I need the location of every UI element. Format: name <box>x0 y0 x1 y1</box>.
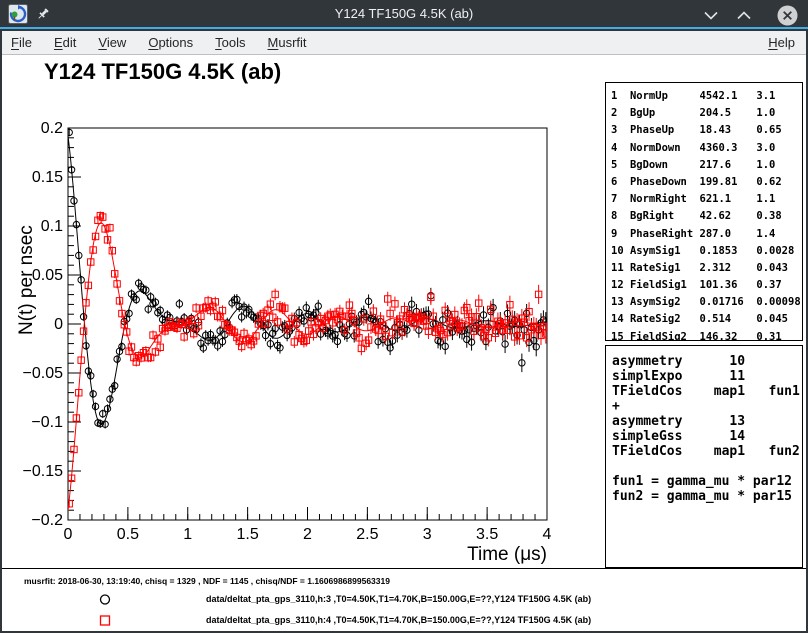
footer-strip: musrfit: 2018-06-30, 13:19:40, chisq = 1… <box>2 568 806 631</box>
svg-text:1: 1 <box>183 526 192 543</box>
param-row: 6 PhaseDown 199.81 0.62 <box>611 174 802 191</box>
menu-mnemonic: M <box>268 35 279 50</box>
menu-item-musrfit[interactable]: Musrfit <box>257 31 318 54</box>
theory-line: simpleGss 14 <box>612 429 802 444</box>
param-row: 4 NormDown 4360.3 3.0 <box>611 140 802 157</box>
svg-text:1.5: 1.5 <box>237 526 259 543</box>
theory-line: fun1 = gamma_mu * par12 <box>612 474 802 489</box>
svg-text:0.1: 0.1 <box>41 218 63 235</box>
param-row: 10 AsymSig1 0.1853 0.0028 <box>611 243 802 260</box>
menu-mnemonic: H <box>768 35 777 50</box>
param-row: 1 NormUp 4542.1 3.1 <box>611 88 802 105</box>
svg-text:0.15: 0.15 <box>32 169 63 186</box>
series-square <box>66 211 549 510</box>
fit-parameter-box: 1 NormUp 4542.1 3.12 BgUp 204.5 1.03 Pha… <box>605 82 803 341</box>
fit-statistics-text: musrfit: 2018-06-30, 13:19:40, chisq = 1… <box>24 576 390 586</box>
menu-item-view[interactable]: View <box>87 31 137 54</box>
theory-line: asymmetry 10 <box>612 354 802 369</box>
svg-text:−0.1: −0.1 <box>31 414 63 431</box>
theory-line: asymmetry 13 <box>612 414 802 429</box>
window-title: Y124 TF150G 4.5K (ab) <box>0 0 808 28</box>
theory-line: simplExpo 11 <box>612 369 802 384</box>
menu-mnemonic: F <box>11 35 19 50</box>
param-row: 8 BgRight 42.62 0.38 <box>611 208 802 225</box>
window-titlebar[interactable]: Y124 TF150G 4.5K (ab) <box>0 0 808 29</box>
svg-text:3.5: 3.5 <box>476 526 498 543</box>
svg-text:2: 2 <box>303 526 312 543</box>
menu-item-file[interactable]: File <box>2 31 43 54</box>
param-row: 14 RateSig2 0.514 0.045 <box>611 311 802 328</box>
param-row: 7 NormRight 621.1 1.1 <box>611 191 802 208</box>
svg-text:−0.15: −0.15 <box>23 463 64 480</box>
param-row: 3 PhaseUp 18.43 0.65 <box>611 122 802 139</box>
y-axis-title: N(t) per nsec <box>16 225 37 335</box>
menu-item-options[interactable]: Options <box>137 31 204 54</box>
legend-row: data/deltat_pta_gps_3110,h:3 ,T0=4.50K,T… <box>2 593 806 606</box>
circle-marker-icon <box>98 593 112 606</box>
maximize-button[interactable] <box>733 4 755 26</box>
svg-text:0.2: 0.2 <box>41 120 63 137</box>
param-row: 15 FieldSig2 146.32 0.31 <box>611 329 802 341</box>
menu-item-edit[interactable]: Edit <box>43 31 87 54</box>
root-canvas[interactable]: 0.20.150.10.050−0.05−0.1−0.15−0.200.511.… <box>2 55 806 631</box>
theory-line: TFieldCos map1 fun1 <box>612 384 802 399</box>
legend-label: data/deltat_pta_gps_3110,h:4 ,T0=4.50K,T… <box>206 615 591 625</box>
svg-text:3: 3 <box>423 526 432 543</box>
menu-item-help[interactable]: Help <box>757 31 806 54</box>
param-row: 2 BgUp 204.5 1.0 <box>611 105 802 122</box>
musrview-window: Y124 TF150G 4.5K (ab) FileEditViewOption… <box>0 0 808 633</box>
minimize-button[interactable] <box>700 4 722 26</box>
param-row: 11 RateSig1 2.312 0.043 <box>611 260 802 277</box>
circle-x-icon <box>777 5 798 26</box>
menu-item-tools[interactable]: Tools <box>204 31 256 54</box>
svg-text:0: 0 <box>64 526 73 543</box>
square-marker-icon <box>98 614 112 627</box>
svg-text:2.5: 2.5 <box>356 526 378 543</box>
menu-mnemonic: O <box>148 35 158 50</box>
plot-title: Y124 TF150G 4.5K (ab) <box>44 59 281 85</box>
menu-mnemonic: E <box>54 35 63 50</box>
param-row: 9 PhaseRight 287.0 1.4 <box>611 226 802 243</box>
svg-text:−0.05: −0.05 <box>23 365 64 382</box>
svg-text:0: 0 <box>54 316 63 333</box>
param-row: 12 FieldSig1 101.36 0.37 <box>611 277 802 294</box>
theory-line <box>612 459 802 474</box>
svg-text:0.5: 0.5 <box>117 526 139 543</box>
theory-line: + <box>612 399 802 414</box>
menu-mnemonic: V <box>98 35 106 50</box>
param-row: 5 BgDown 217.6 1.0 <box>611 157 802 174</box>
param-row: 13 AsymSig2 0.01716 0.00098 <box>611 294 802 311</box>
close-button[interactable] <box>776 4 798 26</box>
theory-box: asymmetry 10simplExpo 11TFieldCos map1 f… <box>605 345 803 568</box>
svg-text:4: 4 <box>543 526 552 543</box>
menubar: FileEditViewOptionsToolsMusrfit Help <box>2 31 806 55</box>
menu-mnemonic: T <box>215 35 222 50</box>
theory-line: fun2 = gamma_mu * par15 <box>612 489 802 504</box>
legend-label: data/deltat_pta_gps_3110,h:3 ,T0=4.50K,T… <box>206 594 591 604</box>
theory-line: TFieldCos map1 fun2 <box>612 444 802 459</box>
x-axis-title: Time (μs) <box>467 544 547 565</box>
svg-text:−0.2: −0.2 <box>31 512 63 529</box>
chevron-up-icon <box>737 11 751 20</box>
series-circle <box>66 128 549 428</box>
legend-row: data/deltat_pta_gps_3110,h:4 ,T0=4.50K,T… <box>2 614 806 627</box>
chevron-down-icon <box>704 11 718 20</box>
